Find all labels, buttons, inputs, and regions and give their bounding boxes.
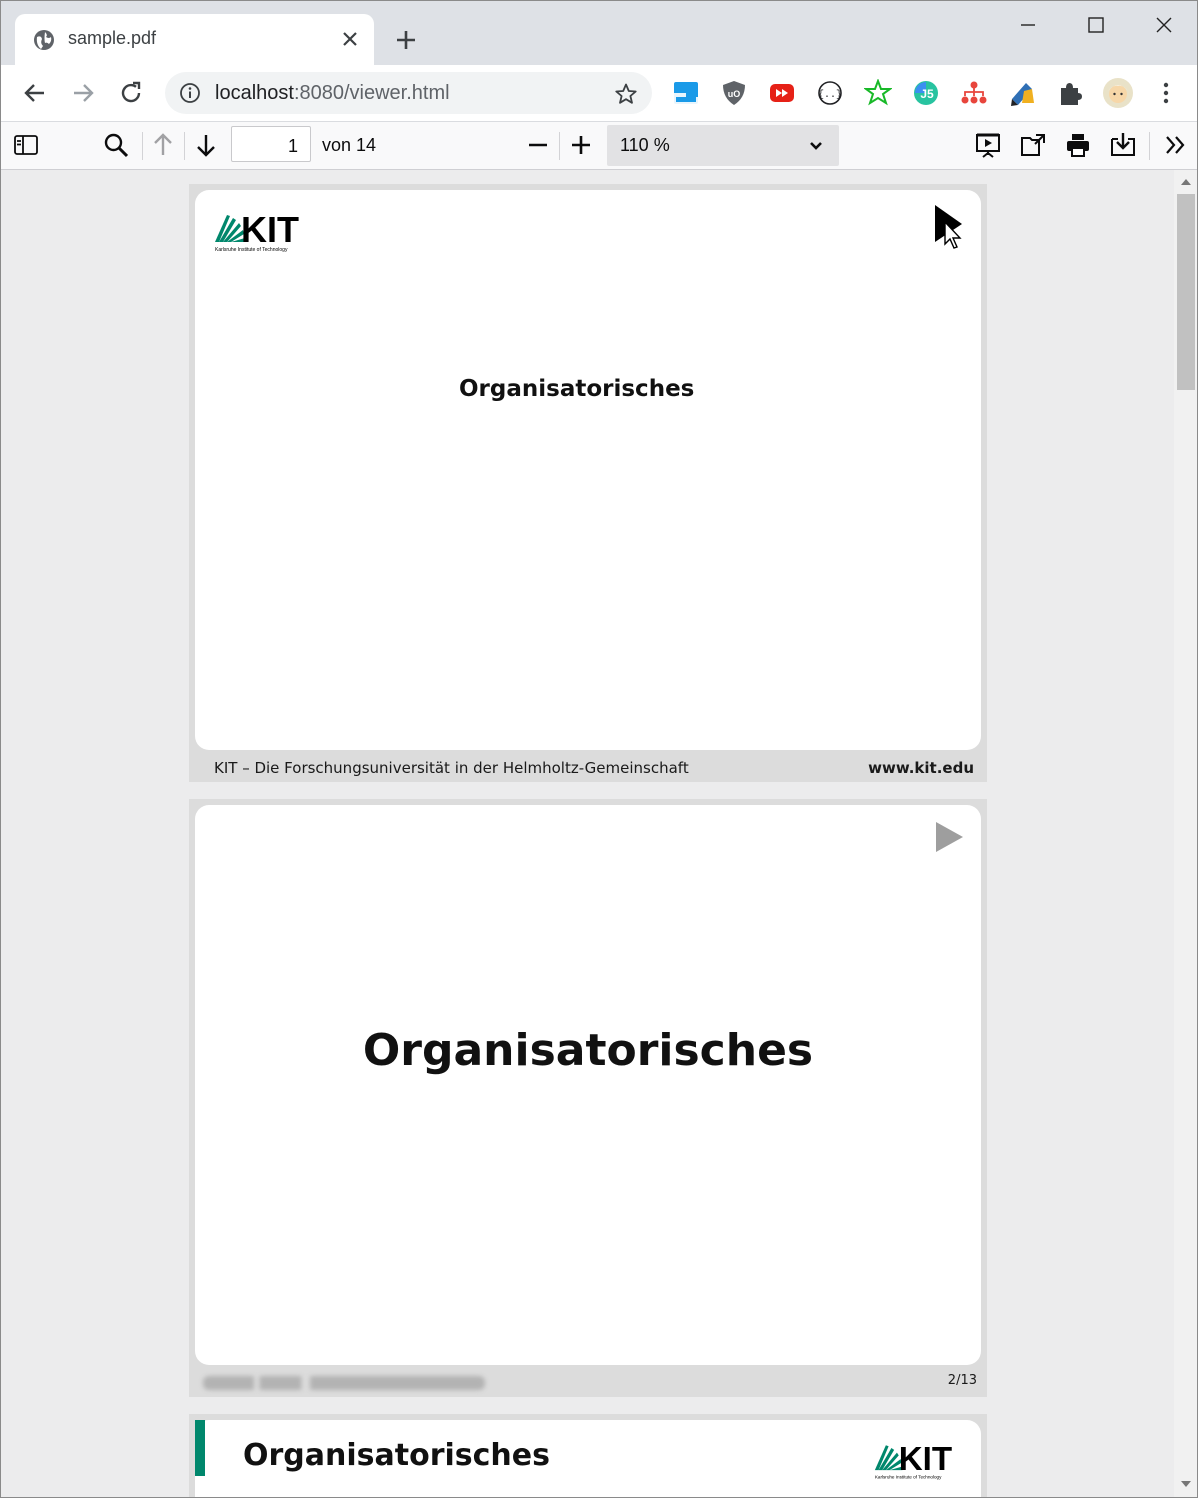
next-slide-arrow-icon[interactable] <box>932 819 968 855</box>
pen-extension-icon[interactable] <box>1008 79 1036 107</box>
zoom-value: 110 % <box>620 135 670 155</box>
info-icon[interactable] <box>179 82 201 104</box>
zoom-out-icon[interactable] <box>524 131 552 159</box>
slide-page-number: 2/13 <box>947 1373 977 1388</box>
forward-icon[interactable] <box>69 79 97 107</box>
slide-body: Organisatorisches <box>195 805 981 1365</box>
tree-extension-icon[interactable] <box>960 79 988 107</box>
toolbar-separator <box>1149 132 1150 160</box>
puzzle-icon[interactable] <box>1056 79 1084 107</box>
address-bar[interactable]: localhost:8080/viewer.html <box>165 72 652 114</box>
browser-toolbar: localhost:8080/viewer.html uO {..} J5 <box>1 65 1197 122</box>
close-window-icon[interactable] <box>1149 11 1179 39</box>
globe-icon <box>34 30 54 50</box>
ublock-icon[interactable]: uO <box>720 79 748 107</box>
browser-window: sample.pdf localhost:8080/viewer.html uO… <box>0 0 1198 1498</box>
more-tools-icon[interactable] <box>1162 131 1190 159</box>
url-text: localhost:8080/viewer.html <box>215 82 450 105</box>
new-tab-icon[interactable] <box>394 28 418 52</box>
sidebar-toggle-icon[interactable] <box>12 131 40 159</box>
slide-body: KIT Karlsruhe Institute of Technology Or… <box>195 190 981 750</box>
svg-text:J5: J5 <box>920 87 934 101</box>
slide-title: Organisatorisches <box>459 376 695 402</box>
presentation-mode-icon[interactable] <box>974 131 1002 159</box>
tab-strip: sample.pdf <box>1 1 1197 65</box>
open-file-icon[interactable] <box>1019 131 1047 159</box>
json-extension-icon[interactable]: {..} <box>816 79 844 107</box>
star-icon[interactable] <box>614 82 638 106</box>
scrollbar-thumb[interactable] <box>1177 194 1195 390</box>
slide-accent-bar <box>195 1420 205 1476</box>
kit-logo-subtitle: Karlsruhe Institute of Technology <box>875 1474 942 1479</box>
url-path: :8080/viewer.html <box>293 82 450 104</box>
toolbar-separator <box>142 132 143 160</box>
next-slide-arrow-icon[interactable] <box>932 202 968 252</box>
chevron-down-icon <box>810 142 822 150</box>
page-count: von 14 <box>322 135 377 155</box>
pdf-page-2: Organisatorisches 2/13 <box>189 799 987 1397</box>
tab-title: sample.pdf <box>68 28 157 48</box>
scroll-down-icon[interactable] <box>1180 1478 1192 1490</box>
download-icon[interactable] <box>1109 131 1137 159</box>
pdf-toolbar: 1 von 14 110 % <box>1 122 1197 170</box>
cloud-extension-icon[interactable] <box>672 79 700 107</box>
minimize-icon[interactable] <box>1013 11 1043 39</box>
close-tab-icon[interactable] <box>340 29 360 49</box>
tab-sample-pdf[interactable]: sample.pdf <box>15 14 374 65</box>
kit-logo-text: KIT <box>241 209 299 250</box>
pdf-page-3: Organisatorisches KIT Karlsruhe Institut… <box>189 1414 987 1497</box>
previous-page-icon[interactable] <box>149 131 177 159</box>
slide-title: Organisatorisches <box>362 1025 814 1076</box>
more-menu-icon[interactable] <box>1152 79 1180 107</box>
pdf-viewer[interactable]: KIT Karlsruhe Institute of Technology Or… <box>1 170 1174 1497</box>
svg-text:{..}: {..} <box>818 89 842 101</box>
star-extension-icon[interactable] <box>864 79 892 107</box>
url-host: localhost <box>215 82 294 104</box>
kit-logo-subtitle: Karlsruhe Institute of Technology <box>215 247 288 253</box>
zoom-in-icon[interactable] <box>567 131 595 159</box>
zoom-select[interactable]: 110 % <box>607 125 839 166</box>
next-page-icon[interactable] <box>192 131 220 159</box>
reload-icon[interactable] <box>117 79 145 107</box>
pdf-page-1: KIT Karlsruhe Institute of Technology Or… <box>189 184 987 782</box>
slide-title: Organisatorisches <box>243 1438 550 1473</box>
slide-body: Organisatorisches KIT Karlsruhe Institut… <box>195 1420 981 1497</box>
toolbar-separator <box>184 132 185 160</box>
print-icon[interactable] <box>1064 131 1092 159</box>
slide-footer-left: KIT – Die Forschungsuniversität in der H… <box>214 759 689 777</box>
js-extension-icon[interactable]: J5 <box>912 79 940 107</box>
toolbar-separator <box>559 132 560 160</box>
youtube-extension-icon[interactable] <box>768 79 796 107</box>
scroll-up-icon[interactable] <box>1180 176 1192 188</box>
kit-logo: KIT Karlsruhe Institute of Technology <box>874 1441 952 1479</box>
back-icon[interactable] <box>21 79 49 107</box>
vertical-scrollbar[interactable] <box>1174 170 1197 1497</box>
page-number-input[interactable]: 1 <box>231 126 311 162</box>
profile-avatar[interactable] <box>1102 77 1134 109</box>
kit-logo-text: KIT <box>899 1441 952 1478</box>
slide-footer-right: www.kit.edu <box>868 759 974 777</box>
blurred-footer-text <box>203 1376 485 1390</box>
svg-text:uO: uO <box>728 89 741 99</box>
kit-logo: KIT Karlsruhe Institute of Technology <box>215 209 299 253</box>
search-icon[interactable] <box>102 131 130 159</box>
maximize-icon[interactable] <box>1081 11 1111 39</box>
